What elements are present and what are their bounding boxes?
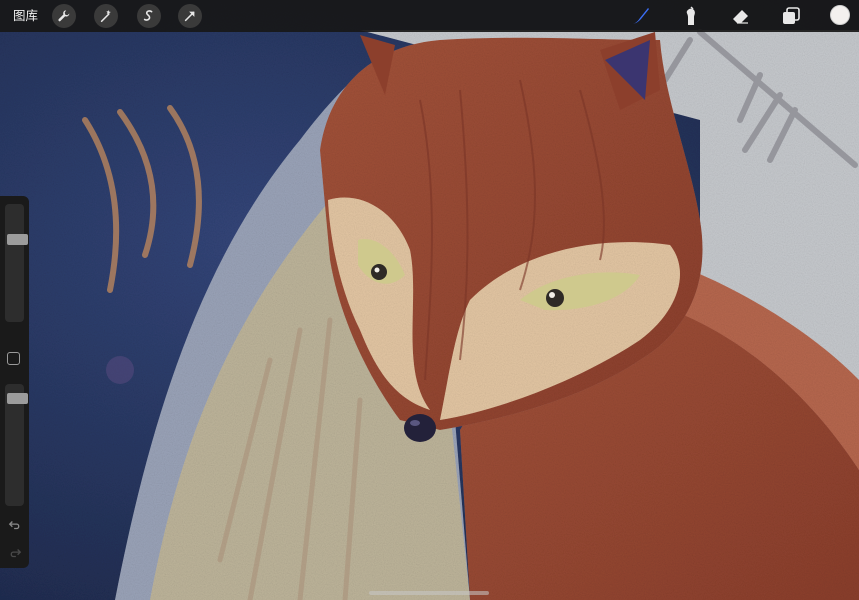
brush-icon[interactable] [630,5,652,27]
wrench-icon[interactable] [52,4,76,28]
brush-size-slider-thumb[interactable] [7,234,28,245]
eraser-icon[interactable] [730,5,752,27]
brush-size-slider[interactable] [5,204,28,322]
smudge-icon[interactable] [680,5,702,27]
drawing-canvas[interactable] [0,0,859,600]
color-picker-button[interactable] [830,5,850,25]
opacity-slider-thumb[interactable] [7,393,28,404]
layers-icon[interactable] [780,5,802,27]
home-indicator [369,591,489,595]
transform-arrow-icon[interactable] [178,4,202,28]
gallery-button[interactable]: 图库 [13,7,38,25]
opacity-slider[interactable] [5,384,28,506]
top-toolbar: 图库 [0,0,859,32]
selection-icon[interactable] [137,4,161,28]
redo-icon[interactable] [5,544,24,562]
modify-button[interactable] [7,352,20,365]
magic-wand-icon[interactable] [94,4,118,28]
sidebar [0,196,29,568]
undo-icon[interactable] [5,516,24,534]
